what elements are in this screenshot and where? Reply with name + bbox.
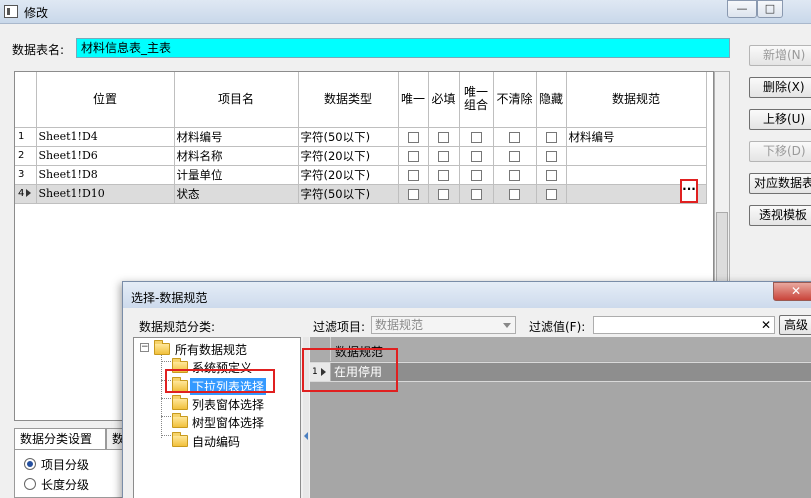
clear-icon[interactable]: ✕ bbox=[761, 317, 771, 333]
filter-value-label: 过滤值(F): bbox=[529, 320, 586, 334]
col-header-data-spec[interactable]: 数据规范 bbox=[566, 72, 707, 128]
radio-length-level[interactable] bbox=[24, 478, 36, 490]
row-number: 1 bbox=[15, 127, 37, 147]
required-checkbox[interactable] bbox=[438, 150, 449, 162]
table-row[interactable]: 3 Sheet1!D8 计量单位 字符(20以下) bbox=[15, 165, 707, 185]
col-header-hidden[interactable]: 隐藏 bbox=[536, 72, 567, 128]
filter-item-combo[interactable]: 数据规范 bbox=[371, 316, 516, 334]
select-data-spec-dialog: 选择-数据规范 ✕ 数据规范分类: 过滤项目: 数据规范 过滤值(F): ✕ 高… bbox=[122, 281, 811, 498]
folder-icon bbox=[172, 432, 188, 447]
cell-item-name[interactable]: 状态 bbox=[174, 184, 299, 204]
unique-checkbox[interactable] bbox=[407, 169, 419, 181]
cell-data-type[interactable]: 字符(20以下) bbox=[298, 146, 399, 166]
unique-combo-checkbox[interactable] bbox=[470, 131, 482, 143]
col-header-data-type[interactable]: 数据类型 bbox=[298, 72, 399, 128]
tree-item-list-form[interactable]: 列表窗体选择 bbox=[192, 396, 264, 413]
unique-checkbox[interactable] bbox=[407, 150, 419, 162]
no-clear-checkbox[interactable] bbox=[509, 131, 520, 143]
row-number: 2 bbox=[15, 146, 37, 166]
ellipsis-button[interactable]: ··· bbox=[680, 179, 698, 203]
window-title: 修改 bbox=[24, 6, 49, 20]
col-header-unique-combo[interactable]: 唯一组合 bbox=[459, 72, 494, 128]
minimize-button[interactable]: — bbox=[727, 0, 757, 18]
hidden-checkbox[interactable] bbox=[545, 150, 557, 162]
cell-position[interactable]: Sheet1!D10 bbox=[36, 184, 175, 204]
cell-item-name[interactable]: 材料编号 bbox=[174, 127, 299, 147]
pivot-template-button[interactable]: 透视模板 bbox=[749, 205, 811, 226]
table-name-field[interactable]: 材料信息表_主表 bbox=[76, 38, 730, 58]
col-header-required[interactable]: 必填 bbox=[428, 72, 460, 128]
cell-item-name[interactable]: 计量单位 bbox=[174, 165, 299, 185]
col-header-no-clear[interactable]: 不清除 bbox=[493, 72, 537, 128]
add-button[interactable]: 新增(N) bbox=[749, 45, 811, 66]
table-row[interactable]: 1 Sheet1!D4 材料编号 字符(50以下) 材料编号 bbox=[15, 127, 707, 147]
cell-position[interactable]: Sheet1!D6 bbox=[36, 146, 175, 166]
collapse-icon[interactable]: − bbox=[140, 343, 149, 352]
folder-icon bbox=[172, 413, 188, 428]
delete-button[interactable]: 删除(X) bbox=[749, 77, 811, 98]
col-header-unique[interactable]: 唯一 bbox=[398, 72, 429, 128]
maximize-button[interactable]: □ bbox=[757, 0, 783, 18]
no-clear-checkbox[interactable] bbox=[509, 150, 520, 162]
filter-value-input[interactable]: ✕ bbox=[593, 316, 775, 334]
highlight-box bbox=[165, 369, 275, 393]
table-name-label: 数据表名: bbox=[12, 43, 65, 57]
no-clear-checkbox[interactable] bbox=[509, 169, 520, 181]
folder-icon bbox=[154, 340, 170, 355]
filter-item-label: 过滤项目: bbox=[313, 320, 366, 334]
required-checkbox[interactable] bbox=[438, 188, 449, 200]
app-icon bbox=[4, 5, 18, 18]
tree-item-auto-code[interactable]: 自动编码 bbox=[192, 433, 240, 450]
move-up-button[interactable]: 上移(U) bbox=[749, 109, 811, 130]
row-header-corner bbox=[15, 72, 37, 128]
advanced-button[interactable]: 高级 bbox=[779, 315, 811, 335]
unique-combo-checkbox[interactable] bbox=[470, 188, 482, 200]
cell-data-spec[interactable] bbox=[566, 146, 707, 166]
result-cell[interactable]: 在用停用 bbox=[331, 363, 811, 381]
hidden-checkbox[interactable] bbox=[545, 131, 557, 143]
hidden-checkbox[interactable] bbox=[545, 188, 557, 200]
category-tree[interactable]: − 所有数据规范 系统预定义 下拉列表选择 列表窗体选择 树型窗体选择 自动编码 bbox=[133, 337, 301, 498]
category-label: 数据规范分类: bbox=[139, 320, 216, 334]
unique-combo-checkbox[interactable] bbox=[470, 169, 482, 181]
unique-checkbox[interactable] bbox=[407, 131, 419, 143]
row-number: 4 bbox=[15, 184, 37, 204]
unique-combo-checkbox[interactable] bbox=[470, 150, 482, 162]
cell-item-name[interactable]: 材料名称 bbox=[174, 146, 299, 166]
tab-data-category[interactable]: 数据分类设置 bbox=[14, 428, 106, 450]
row-number: 3 bbox=[15, 165, 37, 185]
cell-data-type[interactable]: 字符(20以下) bbox=[298, 165, 399, 185]
required-checkbox[interactable] bbox=[438, 169, 449, 181]
tree-item-root[interactable]: 所有数据规范 bbox=[175, 341, 247, 358]
col-header-item-name[interactable]: 项目名 bbox=[174, 72, 299, 128]
map-table-button[interactable]: 对应数据表 bbox=[749, 173, 811, 194]
dialog-close-button[interactable]: ✕ bbox=[773, 282, 811, 301]
dialog-title-bar: 选择-数据规范 bbox=[123, 282, 811, 308]
no-clear-checkbox[interactable] bbox=[509, 188, 520, 200]
chevron-down-icon[interactable] bbox=[501, 320, 513, 330]
highlight-box bbox=[302, 348, 398, 392]
radio-length-level-label: 长度分级 bbox=[41, 478, 90, 492]
radio-item-level[interactable] bbox=[24, 458, 36, 470]
col-header-position[interactable]: 位置 bbox=[36, 72, 175, 128]
unique-checkbox[interactable] bbox=[407, 188, 419, 200]
title-bar: 修改 — □ bbox=[0, 0, 811, 24]
cell-position[interactable]: Sheet1!D8 bbox=[36, 165, 175, 185]
folder-icon bbox=[172, 395, 188, 410]
cell-position[interactable]: Sheet1!D4 bbox=[36, 127, 175, 147]
current-row-icon bbox=[26, 189, 32, 197]
tree-item-tree-form[interactable]: 树型窗体选择 bbox=[192, 414, 264, 431]
table-row[interactable]: 2 Sheet1!D6 材料名称 字符(20以下) bbox=[15, 146, 707, 166]
required-checkbox[interactable] bbox=[438, 131, 449, 143]
cell-data-spec[interactable]: 材料编号 bbox=[566, 127, 707, 147]
cell-data-type[interactable]: 字符(50以下) bbox=[298, 184, 399, 204]
hidden-checkbox[interactable] bbox=[545, 169, 557, 181]
dialog-title: 选择-数据规范 bbox=[131, 291, 208, 305]
table-row-selected[interactable]: 4 Sheet1!D10 状态 字符(50以下) bbox=[15, 184, 707, 204]
radio-item-level-label: 项目分级 bbox=[41, 458, 90, 472]
cell-data-type[interactable]: 字符(50以下) bbox=[298, 127, 399, 147]
move-down-button[interactable]: 下移(D) bbox=[749, 141, 811, 162]
